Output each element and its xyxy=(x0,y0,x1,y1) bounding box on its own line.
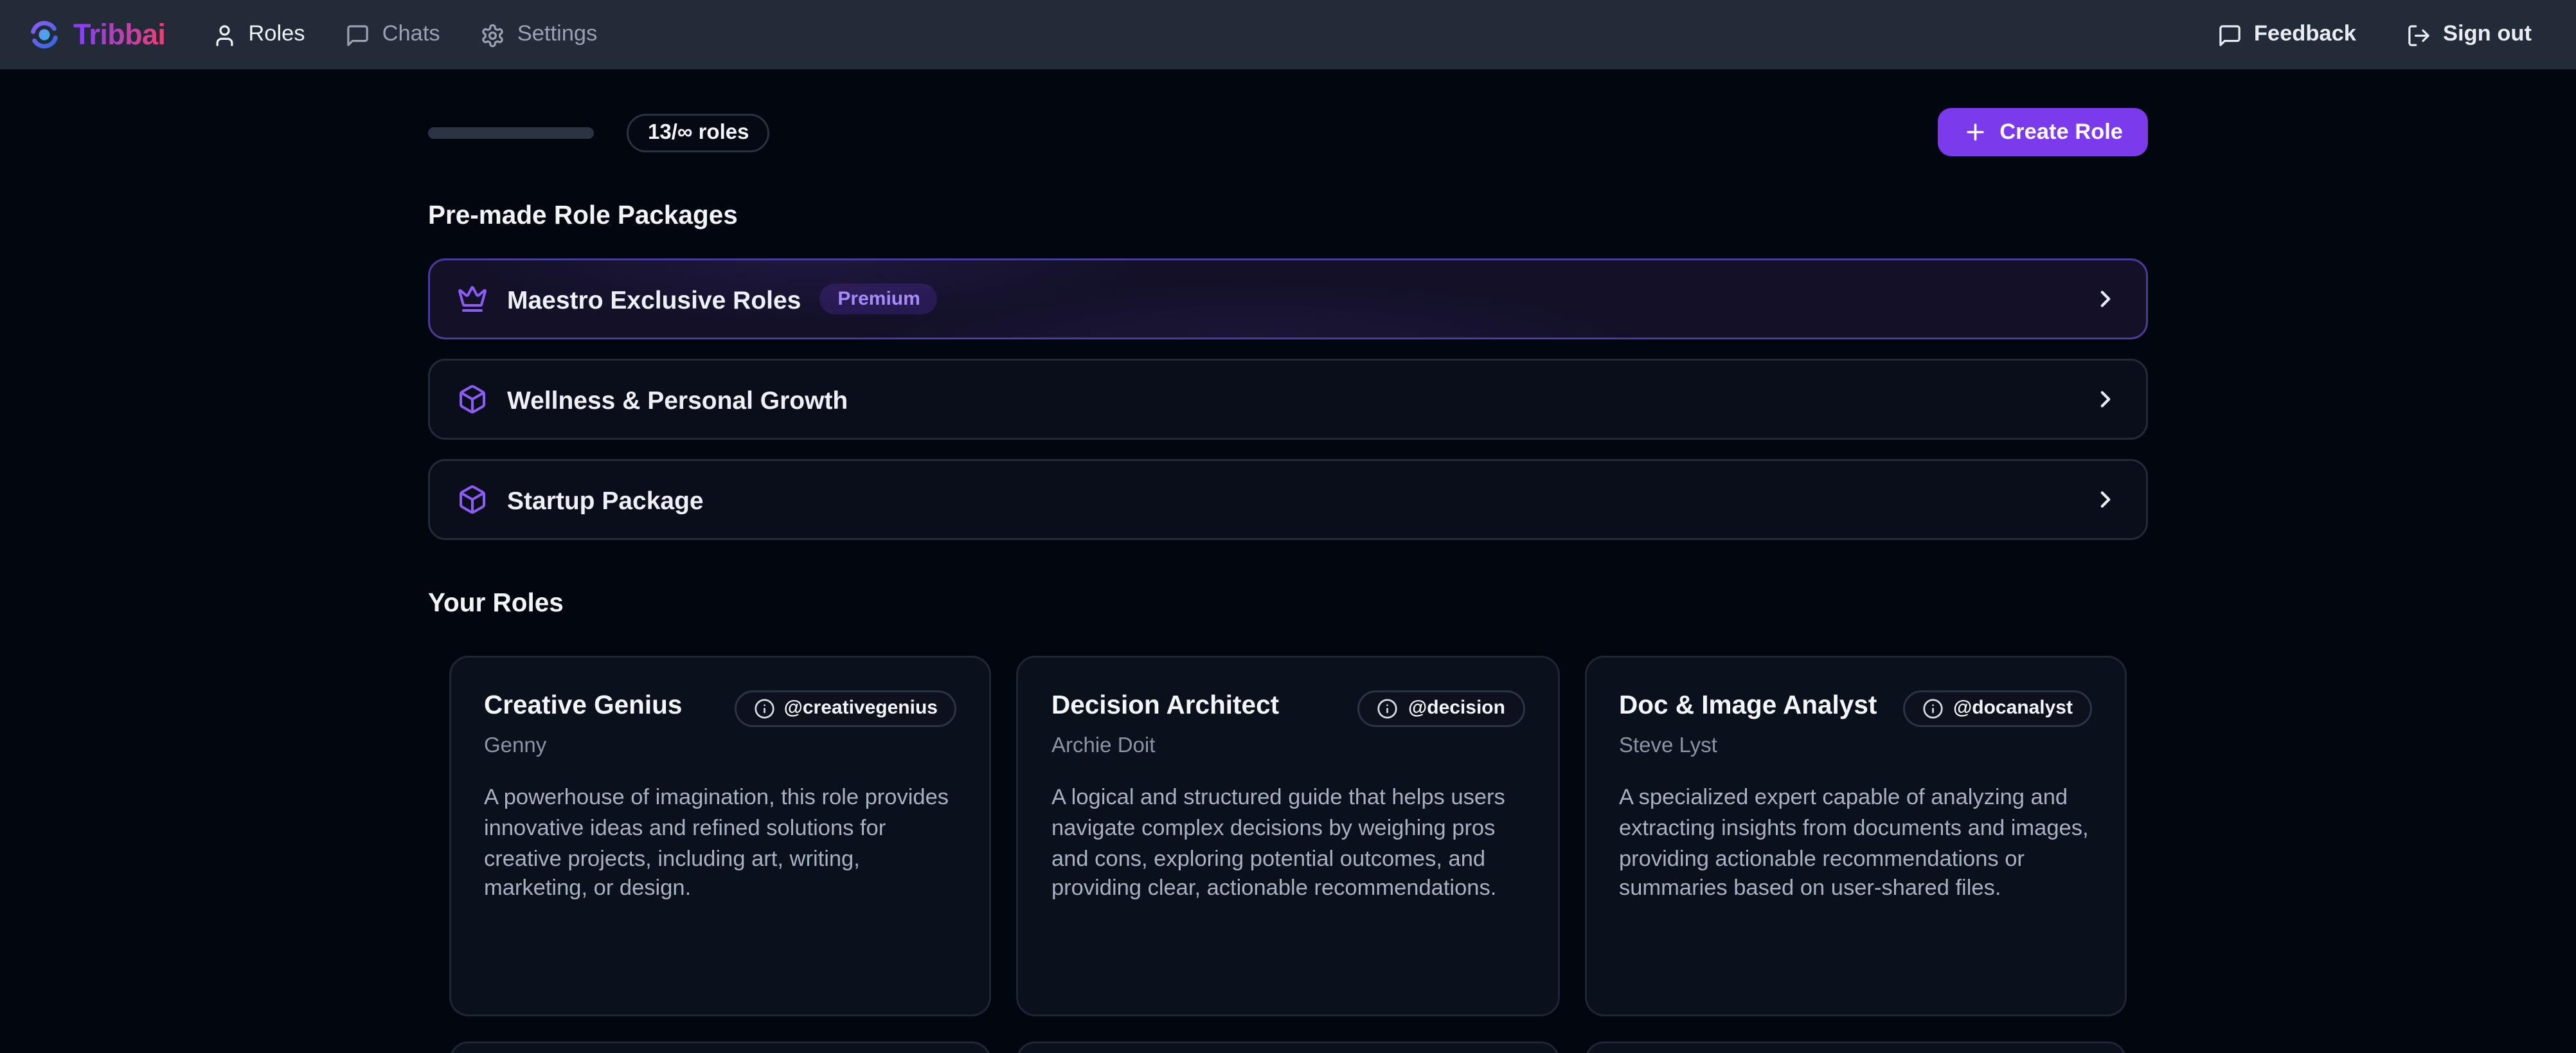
role-handle: @creativegenius xyxy=(784,698,938,719)
signout-button[interactable]: Sign out xyxy=(2406,22,2532,48)
role-cards-grid: Creative Genius @creativegenius Genny A … xyxy=(428,656,2148,1016)
card-header: Doc & Image Analyst @docanalyst xyxy=(1619,688,2092,727)
chevron-right-icon xyxy=(2092,285,2119,312)
card-header: Creative Genius @creativegenius xyxy=(484,688,957,727)
nav-item-roles[interactable]: Roles xyxy=(211,22,305,48)
role-handle: @docanalyst xyxy=(1953,698,2073,719)
page: Tribbai Roles Chats xyxy=(0,0,2576,1053)
role-subtitle: Genny xyxy=(484,735,957,758)
nav-label: Roles xyxy=(248,23,305,46)
create-role-button[interactable]: Create Role xyxy=(1938,108,2148,156)
package-row-wellness[interactable]: Wellness & Personal Growth xyxy=(428,359,2148,440)
roles-count-badge: 13/∞ roles xyxy=(627,113,770,152)
role-card-partial[interactable] xyxy=(1584,1041,2127,1053)
feedback-label: Feedback xyxy=(2254,23,2356,46)
main-content: 13/∞ roles Create Role Pre-made Role Pac… xyxy=(428,108,2148,1053)
role-description: A logical and structured guide that help… xyxy=(1051,785,1525,907)
chevron-right-icon xyxy=(2092,486,2119,513)
packages-heading: Pre-made Role Packages xyxy=(428,199,2148,233)
role-description: A specialized expert capable of analyzin… xyxy=(1619,785,2092,907)
role-subtitle: Steve Lyst xyxy=(1619,735,2092,758)
info-icon xyxy=(1922,698,1944,719)
nav-label: Chats xyxy=(382,23,440,46)
info-icon xyxy=(753,698,774,719)
top-navbar: Tribbai Roles Chats xyxy=(0,0,2576,69)
chat-icon xyxy=(346,22,371,48)
nav-right: Feedback Sign out xyxy=(2217,22,2532,48)
package-title: Wellness & Personal Growth xyxy=(507,385,848,414)
signout-label: Sign out xyxy=(2443,23,2532,46)
role-handle-badge[interactable]: @docanalyst xyxy=(1903,690,2092,727)
card-header: Decision Architect @decision xyxy=(1051,688,1525,727)
crown-icon xyxy=(457,284,488,314)
role-title: Decision Architect xyxy=(1051,688,1279,723)
plus-icon xyxy=(1963,120,1988,145)
role-handle: @decision xyxy=(1408,698,1505,719)
role-subtitle: Archie Doit xyxy=(1051,735,1525,758)
package-list: Maestro Exclusive Roles Premium Wellness… xyxy=(428,258,2148,540)
role-card-partial[interactable] xyxy=(449,1041,992,1053)
tribbai-logo-icon xyxy=(29,19,60,50)
package-row-startup[interactable]: Startup Package xyxy=(428,459,2148,540)
gear-icon xyxy=(481,22,506,48)
role-description: A powerhouse of imagination, this role p… xyxy=(484,785,957,907)
info-icon xyxy=(1377,698,1399,719)
package-row-maestro[interactable]: Maestro Exclusive Roles Premium xyxy=(428,258,2148,339)
nav-item-settings[interactable]: Settings xyxy=(481,22,598,48)
feedback-button[interactable]: Feedback xyxy=(2217,22,2356,48)
your-roles-heading: Your Roles xyxy=(428,586,2148,621)
package-title: Startup Package xyxy=(507,485,704,514)
role-card-partial[interactable] xyxy=(1017,1041,1559,1053)
role-title: Creative Genius xyxy=(484,688,682,723)
package-icon xyxy=(457,384,488,415)
role-cards-grid-partial xyxy=(428,1041,2148,1053)
create-role-label: Create Role xyxy=(1999,121,2123,144)
nav-item-chats[interactable]: Chats xyxy=(346,22,440,48)
package-icon xyxy=(457,484,488,515)
user-icon xyxy=(211,22,237,48)
role-title: Doc & Image Analyst xyxy=(1619,688,1877,723)
nav-label: Settings xyxy=(517,23,598,46)
role-card-doc-image-analyst[interactable]: Doc & Image Analyst @docanalyst Steve Ly… xyxy=(1584,656,2127,1016)
brand-logo[interactable]: Tribbai xyxy=(29,19,165,51)
role-card-decision-architect[interactable]: Decision Architect @decision Archie Doit… xyxy=(1017,656,1559,1016)
premium-badge: Premium xyxy=(820,284,937,314)
primary-nav: Roles Chats Settings xyxy=(211,22,597,48)
role-handle-badge[interactable]: @creativegenius xyxy=(734,690,957,727)
chevron-right-icon xyxy=(2092,386,2119,413)
roles-toolbar: 13/∞ roles Create Role xyxy=(428,108,2148,156)
roles-progress-bar xyxy=(428,127,594,138)
feedback-bubble-icon xyxy=(2217,22,2242,48)
logout-icon xyxy=(2406,22,2431,48)
package-title: Maestro Exclusive Roles xyxy=(507,285,801,314)
brand-name: Tribbai xyxy=(73,19,165,51)
role-card-creative-genius[interactable]: Creative Genius @creativegenius Genny A … xyxy=(449,656,992,1016)
role-handle-badge[interactable]: @decision xyxy=(1358,690,1525,727)
